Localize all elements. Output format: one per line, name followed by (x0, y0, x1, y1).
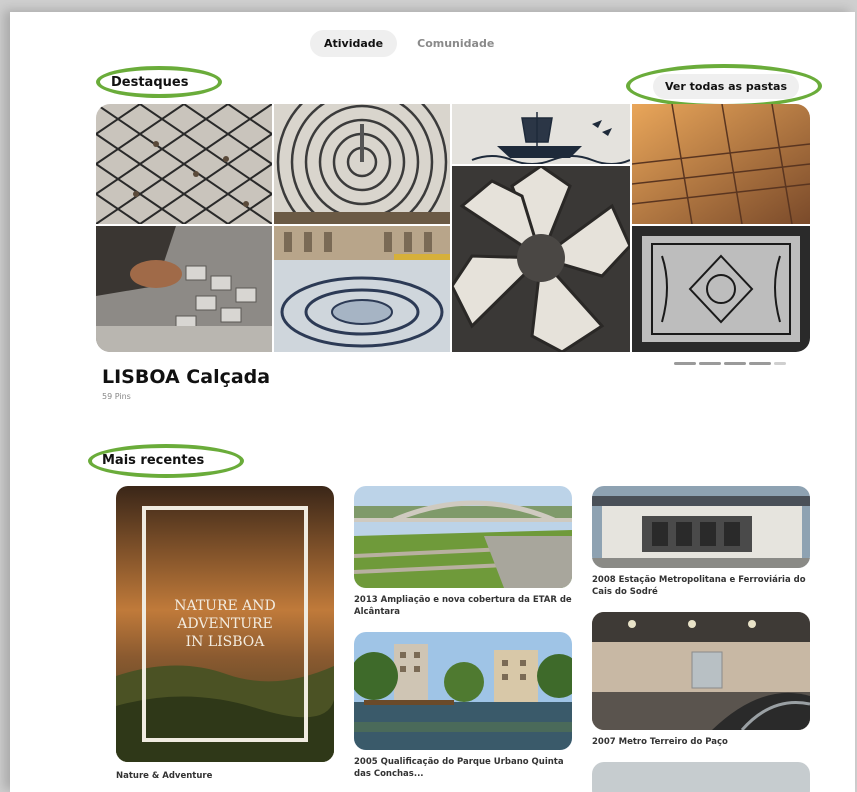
board-cover-collage[interactable] (96, 104, 810, 352)
board-image-3 (452, 104, 630, 164)
board-image-7 (274, 226, 450, 352)
pager-dot[interactable] (774, 362, 786, 365)
collage-pager (674, 362, 786, 365)
board-image-8 (632, 226, 810, 352)
svg-text:IN LISBOA: IN LISBOA (186, 634, 266, 650)
board-image-4 (452, 166, 630, 352)
pin-image (592, 612, 810, 730)
recent-title: Mais recentes (102, 453, 205, 468)
pin-card-conchas[interactable]: 2005 Qualificação do Parque Urbano Quint… (354, 632, 572, 780)
svg-text:NATURE AND: NATURE AND (174, 598, 276, 614)
board-image-1 (96, 104, 272, 224)
pin-caption: 2007 Metro Terreiro do Paço (592, 737, 728, 747)
board-image-6 (96, 226, 272, 352)
pin-card-cais-sodre[interactable]: 2008 Estação Metropolitana e Ferroviária… (592, 486, 810, 598)
pin-caption: Nature & Adventure (116, 771, 213, 781)
pin-image (354, 486, 572, 588)
tab-comunidade[interactable]: Comunidade (403, 30, 508, 57)
pin-image (592, 762, 810, 792)
board-image-5 (632, 104, 810, 224)
pin-caption: 2013 Ampliação e nova cobertura da ETAR … (354, 595, 572, 617)
board-title[interactable]: LISBOA Calçada (102, 366, 270, 388)
tab-atividade[interactable]: Atividade (310, 30, 398, 57)
board-image-2 (274, 104, 450, 224)
pin-image: NATURE AND ADVENTURE IN LISBOA (116, 486, 334, 762)
pin-caption: 2005 Qualificação do Parque Urbano Quint… (354, 757, 564, 779)
highlights-title: Destaques (111, 75, 189, 90)
highlight-ring-see-all (626, 64, 822, 108)
board-pin-count: 59 Pins (102, 392, 131, 401)
pager-dot[interactable] (699, 362, 721, 365)
pin-card-nature[interactable]: NATURE AND ADVENTURE IN LISBOA Nature & … (116, 486, 334, 782)
pin-card-etar[interactable]: 2013 Ampliação e nova cobertura da ETAR … (354, 486, 572, 618)
pager-dot[interactable] (674, 362, 696, 365)
svg-text:ADVENTURE: ADVENTURE (176, 616, 273, 632)
pin-card-terreiro[interactable]: 2007 Metro Terreiro do Paço (592, 612, 810, 748)
pager-dot[interactable] (749, 362, 771, 365)
pin-card-partial[interactable] (592, 762, 810, 792)
pin-image (592, 486, 810, 568)
pin-image (354, 632, 572, 750)
pin-caption: 2008 Estação Metropolitana e Ferroviária… (592, 575, 806, 597)
profile-panel: Atividade Comunidade Destaques Ver todas… (10, 12, 855, 792)
profile-tabs: Atividade Comunidade (310, 30, 508, 57)
pager-dot[interactable] (724, 362, 746, 365)
